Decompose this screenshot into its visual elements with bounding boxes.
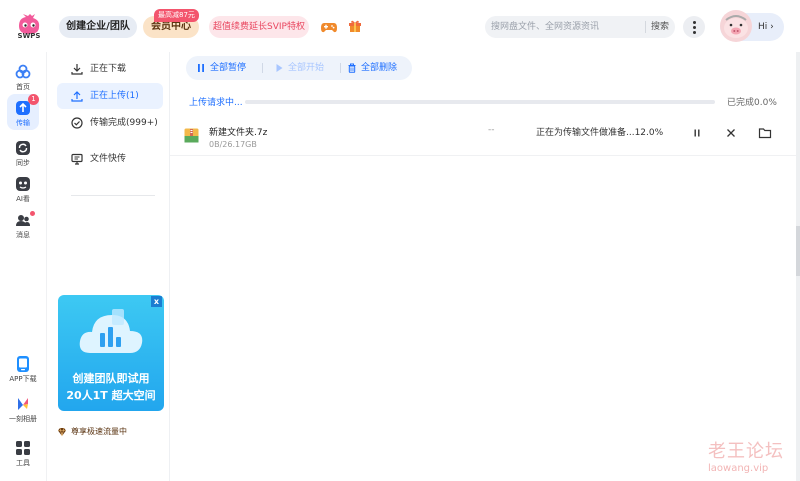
subnav-label: 文件快传 [90, 154, 127, 164]
monitor-icon [71, 153, 83, 165]
file-speed: -- [488, 125, 495, 135]
subnav-label: 传输完成(999+) [90, 118, 158, 128]
table-row[interactable]: 新建文件夹.7z 0B/26.17GB -- 正在为传输文件做准备...12.0… [170, 114, 800, 156]
nav-label: APP下载 [9, 375, 37, 383]
left-nav: 首页 1 传输 同步 AI看 消息 APP下载 一刻相册 工具 [0, 52, 46, 481]
pause-all-label: 全部暂停 [210, 63, 247, 73]
file-size: 0B/26.17GB [209, 140, 257, 149]
nav-item-tools[interactable]: 工具 [0, 434, 46, 474]
file-name: 新建文件夹.7z [209, 128, 268, 138]
promo-line-2: 20人1T 超大空间 [66, 389, 156, 402]
pause-icon[interactable] [690, 126, 704, 140]
nav-label: 工具 [16, 459, 30, 467]
pause-icon [198, 64, 204, 72]
progress-label: 已完成0.0% [727, 98, 777, 108]
watermark-title: 老王论坛 [708, 441, 784, 462]
close-icon[interactable] [724, 126, 738, 140]
phone-icon [17, 356, 29, 372]
nav-item-app-download[interactable]: APP下载 [0, 350, 46, 390]
nav-label: 传输 [16, 119, 30, 127]
nav-label: AI看 [16, 195, 30, 203]
subnav-divider [71, 195, 155, 196]
file-status: 正在为传输文件做准备...12.0% [536, 128, 664, 138]
search-box: 搜索 [485, 16, 675, 38]
more-menu-icon[interactable] [683, 16, 705, 38]
message-icon [16, 215, 30, 226]
nav-item-album[interactable]: 一刻相册 [0, 390, 46, 430]
gift-icon[interactable] [348, 19, 362, 33]
overall-progress-bar [245, 100, 715, 104]
cloud-chart-icon [79, 309, 143, 353]
check-circle-icon [71, 117, 83, 129]
cloud-home-icon [15, 64, 31, 79]
download-icon [71, 64, 83, 75]
nav-label: 首页 [16, 83, 30, 91]
trash-icon [348, 63, 356, 73]
subnav-label: 正在下载 [90, 64, 127, 74]
nav-item-ai[interactable]: AI看 [0, 170, 46, 210]
search-button[interactable]: 搜索 [648, 16, 672, 38]
user-greeting[interactable]: Hi › [720, 10, 784, 42]
svip-renew-button[interactable]: 超值续费延长SVIP特权 [209, 16, 309, 38]
avatar[interactable] [720, 10, 752, 42]
create-team-button[interactable]: 创建企业/团队 [59, 16, 137, 38]
subnav-completed[interactable]: 传输完成(999+) [57, 110, 163, 136]
avatar-pig-icon [724, 15, 748, 38]
nav-label: 同步 [16, 159, 30, 167]
game-controller-icon[interactable] [321, 20, 337, 34]
nav-item-transfer[interactable]: 1 传输 [0, 94, 46, 134]
tools-icon [16, 441, 30, 455]
diamond-icon [58, 427, 66, 437]
subnav-downloading[interactable]: 正在下载 [57, 56, 163, 82]
greeting-label: Hi [758, 22, 768, 32]
transfer-sidebar: 正在下载 正在上传(1) 传输完成(999+) 文件快传 x 创建团队即试用 2… [46, 52, 170, 481]
speed-text: 尊享极速流量中 [71, 427, 127, 436]
scrollbar-thumb[interactable] [796, 226, 800, 276]
vip-discount-badge: 最高减87元 [154, 9, 199, 22]
nav-item-home[interactable]: 首页 [0, 58, 46, 98]
transfer-main: 全部暂停 全部开始 全部删除 上传请求中... 已完成0.0% 新建文件夹.7z… [170, 52, 800, 481]
transfer-toolbar: 全部暂停 全部开始 全部删除 [186, 56, 412, 80]
toolbar-divider [340, 63, 341, 73]
start-all-label: 全部开始 [288, 63, 325, 73]
search-divider [645, 21, 646, 33]
subnav-uploading[interactable]: 正在上传(1) [57, 83, 163, 109]
watermark-url: laowang.vip [708, 463, 769, 474]
album-icon [18, 398, 28, 410]
delete-all-label: 全部删除 [361, 63, 398, 73]
team-promo-banner[interactable]: x 创建团队即试用 20人1T 超大空间 [58, 295, 164, 411]
play-icon [276, 64, 283, 72]
search-input[interactable] [491, 16, 641, 38]
folder-icon[interactable] [758, 126, 772, 140]
nav-item-message[interactable]: 消息 [0, 206, 46, 246]
upload-status-text: 上传请求中... [189, 98, 243, 108]
sync-icon [16, 141, 30, 155]
nav-item-sync[interactable]: 同步 [0, 134, 46, 174]
toolbar-divider [262, 63, 263, 73]
greeting-arrow-icon: › [770, 22, 774, 32]
zip-file-icon [184, 128, 199, 143]
greeting-text: Hi › [758, 13, 774, 41]
nav-label: 消息 [16, 231, 30, 239]
message-dot [30, 211, 35, 216]
subnav-label: 正在上传(1) [90, 91, 139, 101]
upload-icon [71, 91, 83, 102]
watermark: 老王论坛 laowang.vip [708, 437, 794, 474]
ai-icon [16, 177, 30, 191]
transfer-badge: 1 [28, 94, 39, 105]
logo-text: SWPS [17, 32, 41, 40]
nav-label: 一刻相册 [9, 415, 37, 423]
top-bar: SWPS 创建企业/团队 会员中心 最高减87元 超值续费延长SVIP特权 搜索 [0, 0, 800, 52]
subnav-quick-transfer[interactable]: 文件快传 [57, 146, 163, 172]
promo-line-1: 创建团队即试用 [72, 372, 150, 385]
close-icon[interactable]: x [151, 296, 162, 307]
